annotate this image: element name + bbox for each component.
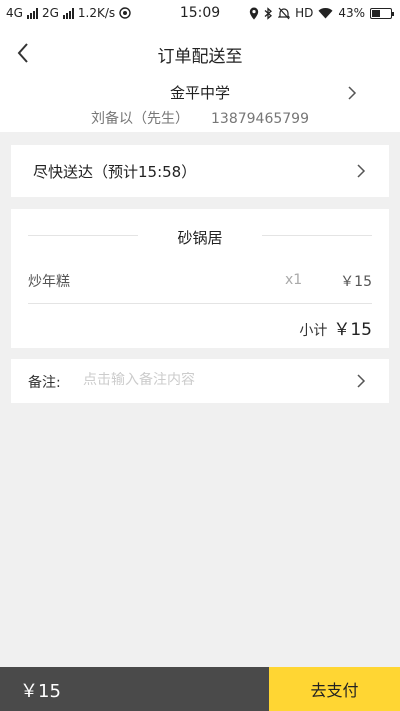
status-right: HD 43% bbox=[249, 6, 394, 20]
shop-divider-right bbox=[262, 235, 372, 236]
address-place: 金平中学 bbox=[169, 84, 230, 102]
battery-icon bbox=[370, 7, 394, 19]
subtotal: 小计 ￥15 bbox=[299, 315, 372, 340]
hd-indicator: HD bbox=[295, 6, 314, 20]
location-icon bbox=[249, 7, 259, 19]
page-header: 订单配送至 bbox=[0, 28, 400, 78]
item-name: 炒年糕 bbox=[28, 274, 70, 290]
wifi-icon bbox=[318, 7, 333, 19]
bluetooth-icon bbox=[264, 6, 273, 20]
divider bbox=[28, 303, 372, 304]
subtotal-value: ￥15 bbox=[333, 320, 372, 340]
pay-button[interactable]: 去支付 bbox=[269, 667, 400, 711]
delivery-time-text: 尽快送达（预计15:58） bbox=[33, 163, 197, 181]
delivery-address[interactable]: 金平中学 刘备以（先生） 13879465799 bbox=[0, 78, 400, 132]
status-bar: 4G 2G 1.2K/s 15:09 HD 43% bbox=[0, 0, 400, 28]
delivery-time-row[interactable]: 尽快送达（预计15:58） bbox=[11, 145, 389, 197]
note-label: 备注: bbox=[28, 375, 61, 391]
address-contact: 刘备以（先生） 13879465799 bbox=[0, 108, 400, 128]
total-amount: ￥15 bbox=[20, 681, 61, 702]
chevron-right-icon bbox=[357, 164, 366, 178]
chevron-right-icon bbox=[348, 86, 357, 100]
note-row[interactable]: 备注: bbox=[11, 359, 389, 403]
bottom-bar: ￥15 去支付 bbox=[0, 667, 400, 711]
total-panel: ￥15 bbox=[0, 667, 269, 711]
mute-icon bbox=[278, 7, 291, 19]
chevron-right-icon bbox=[357, 374, 366, 388]
order-card: 砂锅居 炒年糕 x1 ￥15 小计 ￥15 bbox=[11, 209, 389, 348]
contact-phone: 13879465799 bbox=[211, 111, 309, 127]
shop-name: 砂锅居 bbox=[177, 229, 223, 247]
battery-percent: 43% bbox=[338, 6, 365, 20]
item-price: ￥15 bbox=[340, 274, 372, 290]
note-input[interactable] bbox=[83, 372, 343, 388]
subtotal-label: 小计 bbox=[299, 323, 328, 339]
item-quantity: x1 bbox=[285, 272, 303, 288]
battery-level bbox=[372, 9, 380, 17]
contact-name: 刘备以（先生） bbox=[91, 111, 189, 127]
page-title: 订单配送至 bbox=[157, 47, 243, 67]
